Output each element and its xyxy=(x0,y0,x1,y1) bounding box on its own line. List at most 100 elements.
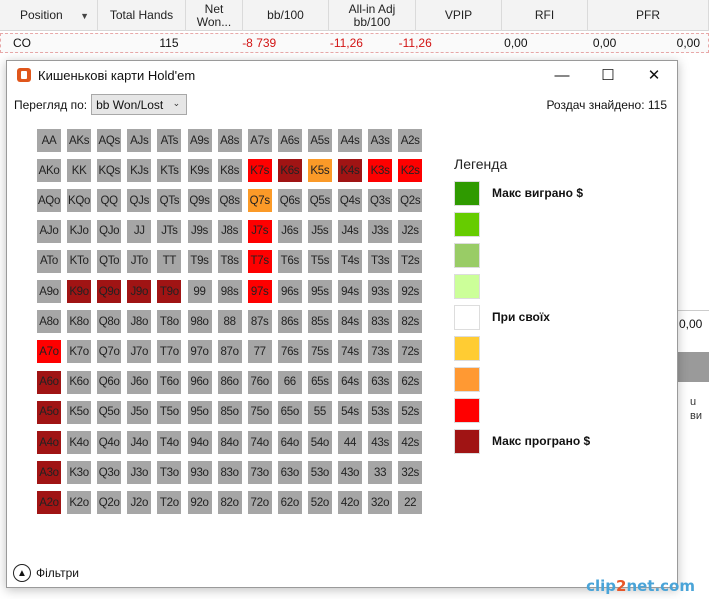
hand-cell[interactable]: J2o xyxy=(127,491,152,515)
hand-cell[interactable]: 86o xyxy=(217,370,242,394)
hand-cell[interactable]: A5o xyxy=(37,400,61,424)
hand-cell[interactable]: 96o xyxy=(187,370,212,394)
hand-cell[interactable]: Q9s xyxy=(187,189,212,213)
hand-cell[interactable]: 52s xyxy=(398,400,423,424)
hand-cell[interactable]: T6s xyxy=(277,249,302,273)
hand-cell[interactable]: 85s xyxy=(307,310,332,334)
hand-cell[interactable]: KTo xyxy=(67,249,92,273)
hand-cell[interactable]: 95s xyxy=(307,280,332,303)
hand-cell[interactable]: K4o xyxy=(67,431,92,454)
hand-cell[interactable]: Q5o xyxy=(97,400,122,424)
minimize-button[interactable]: — xyxy=(539,61,585,89)
hand-cell[interactable]: K9s xyxy=(187,159,212,183)
hand-cell[interactable]: KJo xyxy=(67,219,92,243)
hand-cell[interactable]: 95o xyxy=(187,400,212,424)
hand-cell[interactable]: A2o xyxy=(37,491,61,515)
hand-cell[interactable]: A2s xyxy=(398,129,423,152)
hand-cell[interactable]: 94s xyxy=(338,280,362,303)
hand-cell[interactable]: 76s xyxy=(277,340,302,364)
hand-cell[interactable]: A8o xyxy=(37,310,61,334)
hand-cell[interactable]: T7s xyxy=(247,249,272,273)
hand-cell[interactable]: J3s xyxy=(368,219,393,243)
hand-cell[interactable]: 63s xyxy=(368,370,393,394)
hand-cell[interactable]: 65o xyxy=(277,400,302,424)
hand-cell[interactable]: 97o xyxy=(187,340,212,364)
hand-cell[interactable]: ATo xyxy=(37,249,61,273)
hand-cell[interactable]: 83s xyxy=(368,310,393,334)
hand-cell[interactable]: J4o xyxy=(127,431,152,454)
hand-cell[interactable]: Q5s xyxy=(307,189,332,213)
hand-cell[interactable]: Q4s xyxy=(338,189,362,213)
hand-cell[interactable]: T9o xyxy=(157,280,182,303)
hand-cell[interactable]: Q8s xyxy=(217,189,242,213)
hand-cell[interactable]: A7o xyxy=(37,340,61,364)
hand-cell[interactable]: K6o xyxy=(67,370,92,394)
hand-cell[interactable]: 94o xyxy=(187,431,212,454)
hand-cell[interactable]: K7o xyxy=(67,340,92,364)
hand-cell[interactable]: 86s xyxy=(277,310,302,334)
hand-cell[interactable]: J8o xyxy=(127,310,152,334)
hand-cell[interactable]: AJo xyxy=(37,219,61,243)
hand-cell[interactable]: 53o xyxy=(307,461,332,485)
hand-cell[interactable]: A9o xyxy=(37,280,61,303)
hand-cell[interactable]: 22 xyxy=(398,491,423,515)
hand-cell[interactable]: K3o xyxy=(67,461,92,485)
hand-cell[interactable]: Q4o xyxy=(97,431,122,454)
hand-cell[interactable]: 84o xyxy=(217,431,242,454)
hand-cell[interactable]: K3s xyxy=(368,159,393,183)
close-button[interactable]: ✕ xyxy=(631,61,677,89)
hand-cell[interactable]: 42s xyxy=(398,431,423,454)
hand-cell[interactable]: J6o xyxy=(127,370,152,394)
hand-cell[interactable]: JTs xyxy=(157,219,182,243)
hand-cell[interactable]: AKs xyxy=(67,129,92,152)
stats-table-row[interactable]: CO 115 -8 739 -11,26 -11,26 0,00 0,00 0,00 xyxy=(0,33,709,53)
view-by-select[interactable]: bb Won/Lost ⌄ xyxy=(91,94,188,115)
hand-cell[interactable]: T9s xyxy=(187,249,212,273)
hand-cell[interactable]: Q9o xyxy=(97,280,122,303)
hand-cell[interactable]: A7s xyxy=(247,129,272,152)
hand-cell[interactable]: 75s xyxy=(307,340,332,364)
hand-cell[interactable]: 42o xyxy=(338,491,362,515)
hand-cell[interactable]: K8s xyxy=(217,159,242,183)
hand-cell[interactable]: 73s xyxy=(368,340,393,364)
hand-cell[interactable]: T7o xyxy=(157,340,182,364)
hand-cell[interactable]: AQo xyxy=(37,189,61,213)
hand-cell[interactable]: QJo xyxy=(97,219,122,243)
hand-cell[interactable]: K5o xyxy=(67,400,92,424)
hand-cell[interactable]: 43o xyxy=(338,461,362,485)
hand-cell[interactable]: 93o xyxy=(187,461,212,485)
hand-cell[interactable]: K4s xyxy=(338,159,362,183)
hand-cell[interactable]: 84s xyxy=(338,310,362,334)
hand-cell[interactable]: J7s xyxy=(247,219,272,243)
hand-cell[interactable]: 83o xyxy=(217,461,242,485)
hand-cell[interactable]: Q2s xyxy=(398,189,423,213)
column-header[interactable]: PFR xyxy=(588,0,709,31)
column-header[interactable]: RFI xyxy=(502,0,588,31)
hand-cell[interactable]: Q3o xyxy=(97,461,122,485)
hand-cell[interactable]: 92s xyxy=(398,280,423,303)
hand-cell[interactable]: T8o xyxy=(157,310,182,334)
hand-cell[interactable]: 97s xyxy=(247,280,272,303)
hand-cell[interactable]: 32o xyxy=(368,491,393,515)
maximize-button[interactable]: ☐ xyxy=(585,61,631,89)
hand-cell[interactable]: K9o xyxy=(67,280,92,303)
hand-cell[interactable]: 98o xyxy=(187,310,212,334)
column-header[interactable]: All-in Adj bb/100 xyxy=(329,0,416,31)
hand-cell[interactable]: KK xyxy=(67,159,92,183)
hand-cell[interactable]: 32s xyxy=(398,461,423,485)
hand-cell[interactable]: 85o xyxy=(217,400,242,424)
hand-cell[interactable]: QQ xyxy=(97,189,122,213)
hand-cell[interactable]: Q2o xyxy=(97,491,122,515)
hand-cell[interactable]: J9s xyxy=(187,219,212,243)
hand-cell[interactable]: K6s xyxy=(277,159,302,183)
hand-cell[interactable]: KTs xyxy=(157,159,182,183)
hand-cell[interactable]: QTs xyxy=(157,189,182,213)
hand-cell[interactable]: 53s xyxy=(368,400,393,424)
hand-cell[interactable]: 88 xyxy=(217,310,242,334)
hand-cell[interactable]: A6s xyxy=(277,129,302,152)
hand-cell[interactable]: 73o xyxy=(247,461,272,485)
hand-cell[interactable]: 76o xyxy=(247,370,272,394)
hand-cell[interactable]: K2o xyxy=(67,491,92,515)
hand-cell[interactable]: ATs xyxy=(157,129,182,152)
hand-cell[interactable]: J3o xyxy=(127,461,152,485)
